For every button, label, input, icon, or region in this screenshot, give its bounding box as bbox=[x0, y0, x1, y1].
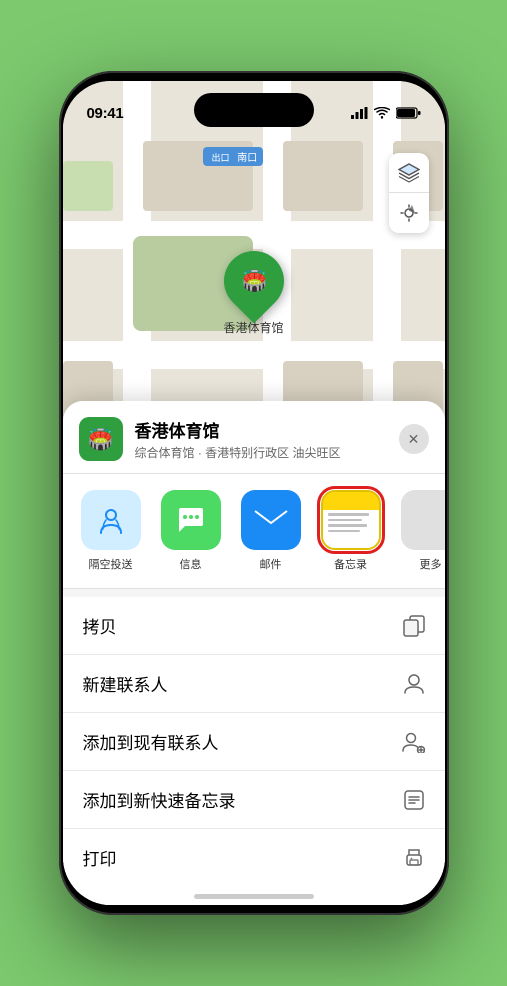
new-contact-icon bbox=[403, 673, 425, 695]
status-icons bbox=[351, 107, 421, 119]
more-apps-icon bbox=[401, 490, 445, 550]
add-contact-icon bbox=[401, 731, 425, 753]
notes-label: 备忘录 bbox=[334, 556, 367, 572]
share-row: 隔空投送 信息 bbox=[63, 474, 445, 589]
print-icon bbox=[403, 847, 425, 869]
bottom-sheet: 🏟️ 香港体育馆 综合体育馆 · 香港特别行政区 油尖旺区 ✕ bbox=[63, 401, 445, 905]
sheet-header: 🏟️ 香港体育馆 综合体育馆 · 香港特别行政区 油尖旺区 ✕ bbox=[63, 401, 445, 474]
quick-note-icon bbox=[403, 789, 425, 811]
status-time: 09:41 bbox=[87, 105, 124, 122]
map-layers-button[interactable] bbox=[389, 153, 429, 193]
share-notes[interactable]: 备忘录 bbox=[315, 490, 387, 572]
action-quick-note[interactable]: 添加到新快速备忘录 bbox=[63, 771, 445, 829]
map-exit-label: 出口 南口 bbox=[203, 147, 264, 166]
more-label: 更多 bbox=[420, 556, 442, 572]
share-mail[interactable]: 邮件 bbox=[235, 490, 307, 572]
mail-icon bbox=[241, 490, 301, 550]
action-add-to-contact[interactable]: 添加到现有联系人 bbox=[63, 713, 445, 771]
airdrop-label: 隔空投送 bbox=[89, 556, 133, 572]
battery-icon bbox=[396, 107, 421, 119]
share-more[interactable]: 更多 bbox=[395, 490, 445, 572]
new-contact-label: 新建联系人 bbox=[83, 671, 168, 696]
messages-icon bbox=[161, 490, 221, 550]
quick-note-label: 添加到新快速备忘录 bbox=[83, 787, 236, 812]
share-airdrop[interactable]: 隔空投送 bbox=[75, 490, 147, 572]
action-copy[interactable]: 拷贝 bbox=[63, 597, 445, 655]
copy-label: 拷贝 bbox=[83, 613, 117, 638]
venue-icon: 🏟️ bbox=[79, 417, 123, 461]
mail-label: 邮件 bbox=[260, 556, 282, 572]
home-indicator bbox=[194, 894, 314, 899]
wifi-icon bbox=[374, 107, 390, 119]
action-print[interactable]: 打印 bbox=[63, 829, 445, 886]
venue-name: 香港体育馆 bbox=[135, 417, 387, 442]
venue-info: 香港体育馆 综合体育馆 · 香港特别行政区 油尖旺区 bbox=[135, 417, 387, 461]
home-indicator-area bbox=[63, 886, 445, 905]
notes-icon bbox=[321, 490, 381, 550]
copy-icon bbox=[403, 615, 425, 637]
close-button[interactable]: ✕ bbox=[399, 424, 429, 454]
action-new-contact[interactable]: 新建联系人 bbox=[63, 655, 445, 713]
map-controls bbox=[389, 153, 429, 233]
location-button[interactable] bbox=[389, 193, 429, 233]
airdrop-icon bbox=[81, 490, 141, 550]
messages-label: 信息 bbox=[180, 556, 202, 572]
share-messages[interactable]: 信息 bbox=[155, 490, 227, 572]
venue-subtitle: 综合体育馆 · 香港特别行政区 油尖旺区 bbox=[135, 444, 387, 461]
dynamic-island bbox=[194, 93, 314, 127]
add-to-contact-label: 添加到现有联系人 bbox=[83, 729, 219, 754]
phone-screen: 09:41 bbox=[63, 81, 445, 905]
action-list: 拷贝 新建联系人 添加到现有联系人 bbox=[63, 597, 445, 886]
location-pin: 🏟️ 香港体育馆 bbox=[223, 251, 283, 336]
signal-icon bbox=[351, 107, 368, 119]
phone-frame: 09:41 bbox=[59, 71, 449, 915]
print-label: 打印 bbox=[83, 845, 117, 870]
